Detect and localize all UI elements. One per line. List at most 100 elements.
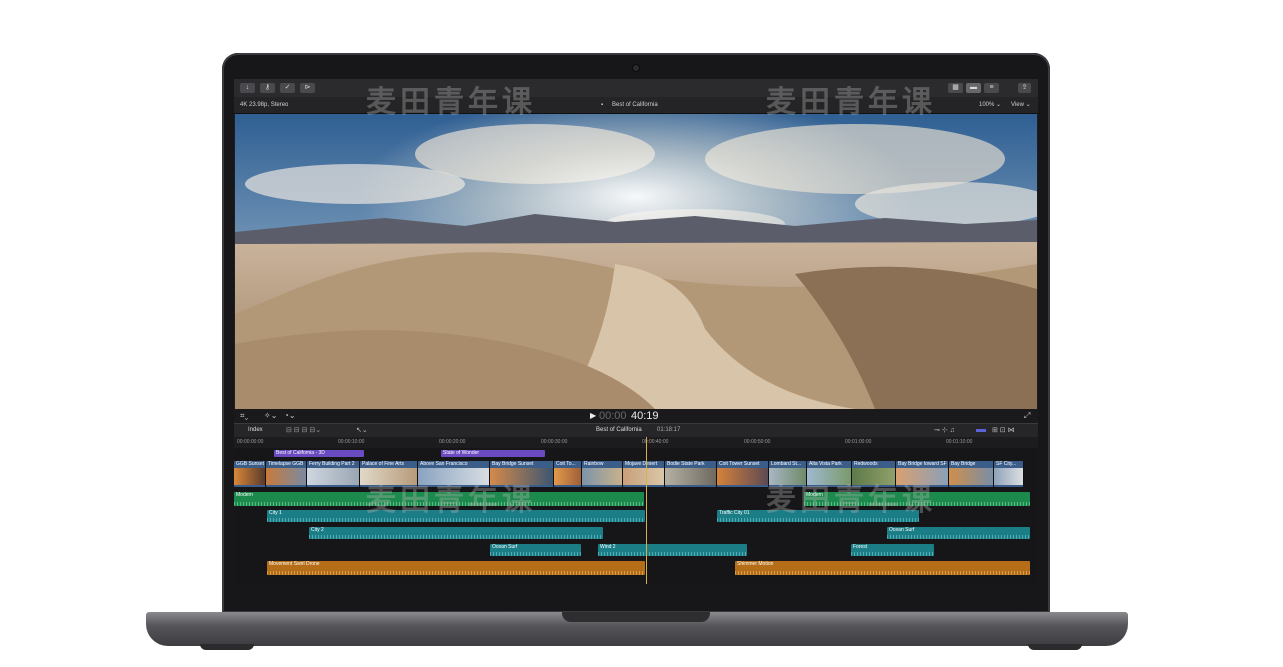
audio-clip[interactable]: Ocean Surf (887, 527, 1030, 539)
video-viewer[interactable] (235, 114, 1037, 409)
video-clip[interactable]: Coit To... (554, 461, 582, 487)
sliders-icon: ≡ (989, 84, 994, 91)
waveform (851, 552, 934, 556)
clip-appearance-icons[interactable]: ⊞ ⊡ ⋈ (992, 426, 1015, 434)
zoom-value: 100% (979, 102, 995, 108)
transform-icon[interactable]: ⌗⌄ (240, 411, 248, 421)
play-icon[interactable]: ▶ (590, 411, 596, 420)
clip-name: Bay Bridge toward SF (898, 461, 947, 467)
clip-name: Redwoods (854, 461, 878, 467)
clip-name: Alta Vista Park (809, 461, 842, 467)
clip-name: Ocean Surf (889, 527, 915, 533)
enhance-icon[interactable]: ✧⌄ (264, 411, 277, 420)
clip-name: Bay Bridge (951, 461, 976, 467)
tag-icon: ⊳ (304, 84, 311, 91)
key-icon: ⚷ (264, 84, 271, 91)
timecode-leading: 00:00 (599, 410, 627, 422)
timeline-ruler[interactable]: 00:00:00:00 00:00:10:00 00:00:20:00 00:0… (234, 437, 1038, 448)
audio-skimming-icons[interactable]: ⊸ ⊹ ♫ (934, 426, 955, 434)
clip-name: Bay Bridge Sunset (492, 461, 534, 467)
video-clip[interactable]: Rainbow (582, 461, 623, 487)
video-clip[interactable]: Bay Bridge (949, 461, 994, 487)
project-duration: 01:18:17 (657, 427, 681, 433)
video-clip[interactable]: Ferry Building Part 2 (307, 461, 360, 487)
clip-name: GGB Sunset (236, 461, 265, 467)
sfx-clip[interactable]: Shimmer Motion (735, 561, 1030, 575)
title-clip[interactable]: State of Wonder (441, 450, 545, 457)
check-circle-icon: ✓ (284, 84, 291, 91)
clip-name: Rainbow (584, 461, 604, 467)
ruler-tick: 00:00:20:00 (439, 439, 466, 445)
watermark: 麦田青年课 (766, 483, 936, 518)
clip-name: Lombard St... (771, 461, 802, 467)
project-title: Best of California (612, 102, 658, 108)
camera (633, 65, 639, 71)
clip-name: Coit To... (556, 461, 576, 467)
solo-indicator[interactable] (976, 429, 986, 432)
share-button[interactable]: ⇪ (1018, 83, 1031, 93)
inspector-toggle[interactable]: ≡ (984, 83, 999, 93)
ruler-tick: 00:01:00:00 (845, 439, 872, 445)
timeline-toggle[interactable]: ▬ (966, 83, 981, 93)
format-label: 4K 23.98p, Stereo (240, 102, 289, 108)
timeline-project-name[interactable]: Best of California (596, 424, 642, 437)
video-clip[interactable]: Coit Tower Sunset (717, 461, 769, 487)
clip-name: City 2 (311, 527, 324, 533)
timeline-header: Index ⊟ ⊟ ⊟ ⊟⌄ ↖⌄ Best of California 01:… (234, 423, 1038, 438)
zoom-menu[interactable]: 100% ⌄ (979, 97, 1001, 113)
clip-name: Movement Swirl Drone (269, 561, 320, 567)
view-label: View (1011, 102, 1024, 108)
foot-left (200, 644, 254, 650)
video-clip[interactable]: GGB Sunset (234, 461, 266, 487)
waveform (309, 535, 603, 539)
index-button[interactable]: Index (248, 424, 263, 437)
waveform (735, 571, 1030, 575)
audio-clip[interactable]: City 2 (309, 527, 603, 539)
watermark: 麦田青年课 (766, 85, 936, 120)
ruler-tick: 00:00:30:00 (541, 439, 568, 445)
sfx-clip[interactable]: Movement Swirl Drone (267, 561, 645, 575)
clip-name: Ferry Building Part 2 (309, 461, 355, 467)
film-icon: ▬ (970, 84, 977, 91)
lid-opening-notch (562, 612, 710, 622)
waveform (267, 571, 645, 575)
foot-right (1028, 644, 1082, 650)
video-clip[interactable]: SF City... (994, 461, 1024, 487)
ruler-tick: 00:00:00:00 (237, 439, 264, 445)
ruler-tick: 00:00:10:00 (338, 439, 365, 445)
audio-clip[interactable]: Wind 2 (598, 544, 747, 556)
keywords-button[interactable]: ⚷ (260, 83, 275, 93)
clip-name: Coit Tower Sunset (719, 461, 760, 467)
import-button[interactable]: ↓ (240, 83, 255, 93)
clip-name: Wind 2 (600, 544, 616, 550)
video-clip[interactable]: Timelapse GGB (266, 461, 307, 487)
clip-name: Ocean Surf (492, 544, 518, 550)
clip-append-icons[interactable]: ⊟ ⊟ ⊟ ⊟⌄ (286, 426, 321, 434)
select-tool-icon[interactable]: ↖⌄ (356, 426, 368, 434)
transport-bar: ⌗⌄ ✧⌄ ◔⌄ ▶ 00:00 40:19 ⤢ (234, 409, 1038, 423)
clip-name: Modern (236, 492, 253, 498)
fullscreen-icon[interactable]: ⤢ (1024, 411, 1030, 421)
clip-name: Palace of Fine Arts (362, 461, 404, 467)
ruler-tick: 00:00:50:00 (744, 439, 771, 445)
playhead[interactable] (646, 437, 647, 584)
view-menu[interactable]: View ⌄ (1011, 97, 1031, 113)
audio-clip[interactable]: Forest (851, 544, 934, 556)
film-icon: ▪ (601, 102, 604, 108)
grid-icon: ▦ (952, 84, 959, 91)
watermark: 麦田青年课 (366, 483, 536, 518)
title-clip[interactable]: Best of California - 3D (274, 450, 364, 457)
ruler-tick: 00:01:10:00 (946, 439, 973, 445)
waveform (598, 552, 747, 556)
video-clip[interactable]: Bodie State Park (665, 461, 717, 487)
clip-name: Timelapse GGB (268, 461, 304, 467)
browser-toggle[interactable]: ▦ (948, 83, 963, 93)
audio-clip[interactable]: Ocean Surf (490, 544, 581, 556)
tag-button[interactable]: ⊳ (300, 83, 315, 93)
waveform (490, 552, 581, 556)
viewer-frame-image (235, 114, 1037, 409)
clip-name: City 1 (269, 510, 282, 516)
background-tasks-button[interactable]: ✓ (280, 83, 295, 93)
speed-icon[interactable]: ◔⌄ (284, 411, 296, 420)
video-clip[interactable]: Mojave Desert (623, 461, 665, 487)
